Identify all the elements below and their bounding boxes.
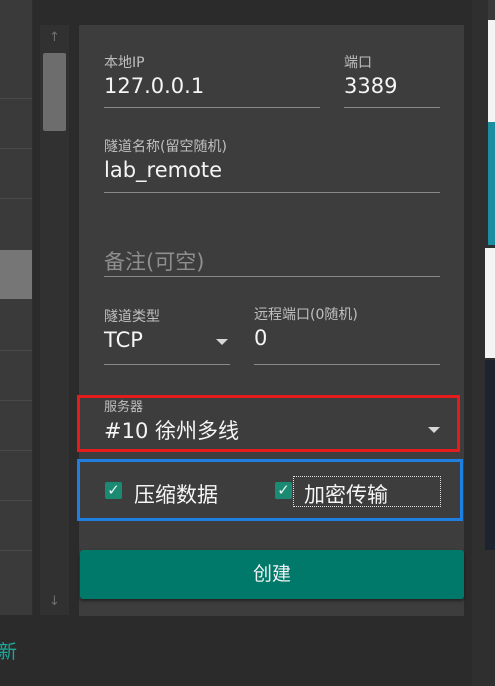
selected-list-item[interactable] — [0, 250, 32, 299]
list-divider — [0, 198, 32, 199]
vertical-scrollbar[interactable]: ↑ ↓ — [40, 25, 69, 615]
field-underline — [104, 107, 320, 108]
remark-field[interactable]: 备注(可空) — [104, 244, 440, 277]
list-divider — [0, 98, 32, 99]
chevron-down-icon[interactable] — [216, 339, 228, 345]
list-divider — [0, 400, 32, 401]
remote-port-label: 远程端口(0随机) — [254, 307, 358, 323]
field-underline — [344, 107, 440, 108]
remark-input[interactable]: 备注(可空) — [104, 246, 440, 276]
scroll-up-icon[interactable]: ↑ — [40, 25, 69, 51]
background-right-strip — [485, 248, 495, 358]
field-underline — [254, 364, 440, 365]
local-ip-input[interactable]: 127.0.0.1 — [104, 74, 320, 98]
scroll-down-icon[interactable]: ↓ — [40, 589, 69, 615]
background-right-strip — [488, 122, 495, 245]
port-label: 端口 — [344, 55, 372, 71]
options-highlight-box — [77, 459, 463, 521]
list-divider — [0, 148, 32, 149]
list-divider — [0, 550, 32, 551]
scroll-thumb[interactable] — [43, 53, 66, 131]
remote-port-input[interactable]: 0 — [254, 326, 440, 350]
tunnel-type-select[interactable]: 隧道类型 TCP — [104, 306, 230, 365]
server-highlight-box — [77, 395, 460, 452]
tunnel-type-value[interactable]: TCP — [104, 328, 230, 352]
list-divider — [0, 350, 32, 351]
port-input[interactable]: 3389 — [344, 74, 440, 98]
tunnel-name-input[interactable]: lab_remote — [104, 158, 440, 182]
background-link-text[interactable]: 新 — [0, 637, 17, 664]
list-divider — [0, 450, 32, 451]
port-field[interactable]: 端口 3389 — [344, 52, 440, 108]
field-underline — [104, 192, 440, 193]
background-right-strip — [488, 20, 495, 122]
background-list — [0, 0, 33, 615]
local-ip-label: 本地IP — [104, 55, 145, 71]
tunnel-name-field[interactable]: 隧道名称(留空随机) lab_remote — [104, 136, 440, 193]
tunnel-name-label: 隧道名称(留空随机) — [104, 139, 227, 155]
background-right-strip — [488, 0, 495, 20]
remote-port-field[interactable]: 远程端口(0随机) 0 — [254, 304, 440, 365]
create-button[interactable]: 创建 — [80, 550, 464, 599]
field-underline — [104, 276, 440, 277]
local-ip-field[interactable]: 本地IP 127.0.0.1 — [104, 52, 320, 108]
tunnel-type-label: 隧道类型 — [104, 309, 160, 325]
background-right-image — [485, 360, 495, 550]
list-divider — [0, 500, 32, 501]
field-underline — [104, 364, 230, 365]
